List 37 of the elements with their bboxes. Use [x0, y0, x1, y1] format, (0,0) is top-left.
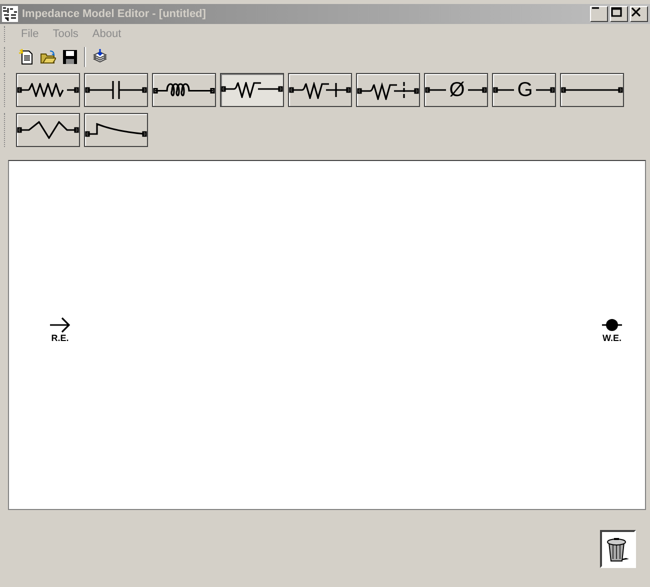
component-button[interactable] — [84, 113, 148, 147]
dot-icon[interactable] — [601, 317, 623, 333]
component-button[interactable]: G — [492, 73, 556, 107]
app-icon — [2, 6, 18, 22]
warburg-dashed-icon — [357, 80, 419, 100]
component-button[interactable] — [16, 113, 80, 147]
maximize-icon — [611, 7, 622, 17]
maximize-button[interactable] — [610, 6, 628, 22]
close-icon — [631, 7, 641, 17]
minimize-button[interactable] — [590, 6, 608, 22]
open-folder-icon[interactable] — [40, 49, 56, 65]
component-button[interactable] — [288, 73, 352, 107]
component-button[interactable]: Ø — [424, 73, 488, 107]
terminal-label: W.E. — [602, 333, 622, 343]
decay-curve-icon — [85, 123, 147, 137]
component-button[interactable] — [84, 73, 148, 107]
close-button[interactable] — [630, 6, 648, 22]
window-title: Impedance Model Editor - [untitled] — [22, 8, 207, 20]
warburg-bar-icon — [289, 82, 351, 98]
wire-icon — [561, 87, 623, 93]
arrow-icon[interactable] — [49, 317, 71, 333]
trash-can-button[interactable] — [600, 530, 636, 568]
component-button[interactable] — [152, 73, 216, 107]
inductor-icon — [153, 83, 215, 97]
stack-arrow-icon[interactable] — [92, 49, 108, 65]
warburg-icon — [221, 82, 283, 98]
zigzag-icon — [17, 121, 79, 139]
component-button[interactable] — [16, 73, 80, 107]
capacitor-icon — [85, 80, 147, 100]
terminal-label: R.E. — [51, 333, 69, 343]
resistor-icon — [17, 83, 79, 97]
component-button[interactable] — [560, 73, 624, 107]
minimize-icon — [591, 7, 600, 9]
component-button[interactable] — [356, 73, 420, 107]
new-file-icon[interactable] — [18, 49, 34, 65]
drawing-canvas[interactable]: R.E. W.E. — [8, 160, 646, 510]
component-button[interactable] — [220, 73, 284, 107]
